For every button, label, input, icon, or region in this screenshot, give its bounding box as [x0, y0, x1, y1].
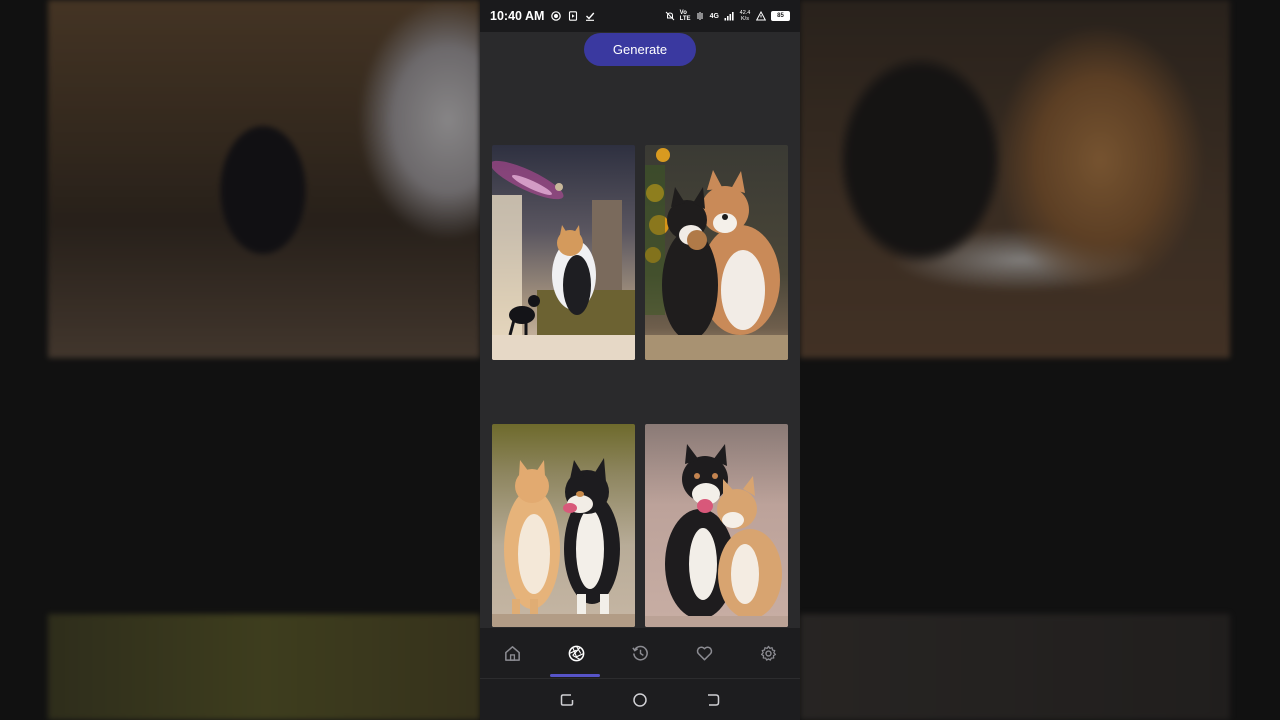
status-time: 10:40 AM	[490, 9, 545, 23]
tab-favorites[interactable]	[672, 628, 736, 678]
network-speed: 42.4 K/s	[739, 10, 751, 22]
back-button[interactable]	[701, 688, 725, 712]
signal-icon	[724, 12, 734, 21]
image-1-art	[492, 160, 635, 360]
media-icon	[569, 11, 578, 21]
download-done-icon	[586, 12, 595, 21]
status-right: Vo LTE 4G 42.4 K/s 85	[665, 10, 790, 22]
vibrate-icon	[697, 12, 703, 20]
image-4-art	[645, 444, 788, 627]
system-nav-bar	[480, 678, 800, 720]
heart-icon	[696, 646, 712, 660]
alert-icon	[756, 11, 766, 21]
volte-badge: Vo LTE	[679, 10, 691, 22]
generate-button[interactable]: Generate	[584, 33, 696, 66]
tab-settings[interactable]	[736, 628, 800, 678]
tab-history[interactable]	[608, 628, 672, 678]
background-image-bottom-right	[800, 614, 1230, 720]
image-2-art	[645, 148, 788, 360]
recents-button[interactable]	[555, 688, 579, 712]
status-bar: 10:40 AM Vo LTE 4G 42.4 K/s 85	[480, 0, 800, 32]
generated-image-3[interactable]	[492, 424, 635, 627]
home-nav-button[interactable]	[628, 688, 652, 712]
generated-image-4[interactable]	[645, 424, 788, 627]
image-3-art	[492, 458, 635, 627]
phone-screen: 10:40 AM Vo LTE 4G 42.4 K/s 85 Generate	[480, 0, 800, 720]
back-icon	[708, 693, 720, 706]
background-image-left	[48, 0, 480, 358]
background-image-right	[800, 0, 1230, 358]
home-icon	[504, 645, 520, 661]
tab-generate[interactable]	[544, 628, 608, 678]
gear-icon	[760, 645, 776, 661]
history-icon	[631, 645, 648, 661]
bottom-tab-bar	[480, 628, 800, 678]
status-left: 10:40 AM	[490, 9, 595, 23]
background-image-bottom-left	[48, 614, 480, 720]
active-tab-indicator	[550, 674, 600, 677]
record-icon	[551, 11, 562, 21]
generated-image-1[interactable]	[492, 145, 635, 360]
battery-icon: 85	[771, 11, 790, 21]
home-circle-icon	[633, 692, 647, 707]
generated-image-2[interactable]	[645, 145, 788, 360]
recents-icon	[560, 693, 573, 706]
aperture-icon	[568, 645, 584, 661]
tab-home[interactable]	[480, 628, 544, 678]
mute-icon	[665, 11, 675, 21]
network-type: 4G	[709, 12, 719, 20]
